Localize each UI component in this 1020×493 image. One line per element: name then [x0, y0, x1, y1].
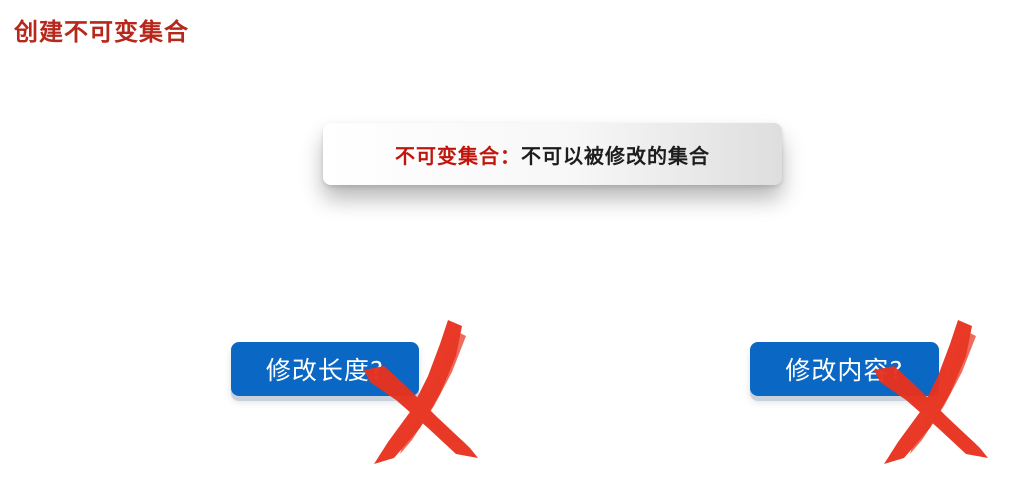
- definition-term: 不可变集合：: [395, 143, 521, 168]
- modify-length-button[interactable]: 修改长度?: [231, 342, 419, 396]
- definition-text: 不可以被修改的集合: [521, 143, 710, 168]
- modify-content-button[interactable]: 修改内容?: [750, 342, 939, 396]
- definition-card: 不可变集合： 不可以被修改的集合: [323, 123, 782, 185]
- page-title: 创建不可变集合: [14, 18, 189, 46]
